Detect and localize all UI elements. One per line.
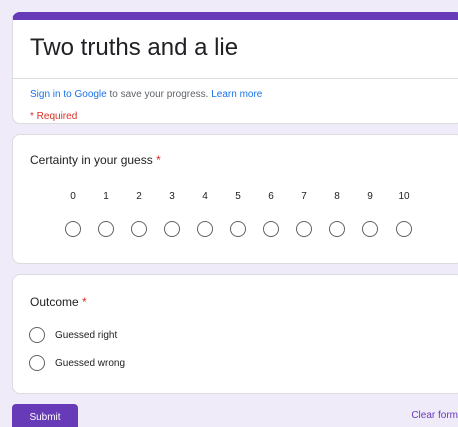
submit-button[interactable]: Submit — [12, 404, 78, 427]
scale-label-9: 9 — [367, 191, 373, 202]
scale-label-5: 5 — [235, 191, 241, 202]
question-title: Outcome * — [30, 295, 87, 309]
required-asterisk: * — [82, 295, 87, 309]
scale-label-8: 8 — [334, 191, 340, 202]
scale-label-2: 2 — [136, 191, 142, 202]
question-outcome-card: Outcome * Guessed right Guessed wrong — [12, 274, 458, 394]
scale-radio-10[interactable] — [396, 221, 412, 237]
question-title: Certainty in your guess * — [30, 153, 161, 167]
form-title: Two truths and a lie — [30, 34, 239, 61]
form-header-card: Two truths and a lie Sign in to Google t… — [12, 12, 458, 124]
signin-text: to save your progress. — [106, 89, 212, 100]
scale-radio-0[interactable] — [65, 221, 81, 237]
question-title-text: Certainty in your guess — [30, 153, 153, 167]
question-title-text: Outcome — [30, 295, 79, 309]
learn-more-link[interactable]: Learn more — [211, 89, 262, 100]
scale-radio-1[interactable] — [98, 221, 114, 237]
scale-label-7: 7 — [301, 191, 307, 202]
required-note: * Required — [30, 111, 78, 122]
scale-radio-4[interactable] — [197, 221, 213, 237]
signin-notice: Sign in to Google to save your progress.… — [30, 89, 262, 100]
option-guessed-wrong[interactable]: Guessed wrong — [29, 355, 125, 371]
option-guessed-right[interactable]: Guessed right — [29, 327, 117, 343]
option-label: Guessed right — [55, 329, 118, 341]
scale-radio-7[interactable] — [296, 221, 312, 237]
question-certainty-card: Certainty in your guess * 0 1 2 3 4 5 6 … — [12, 134, 458, 264]
required-asterisk: * — [156, 153, 161, 167]
title-divider — [13, 78, 458, 79]
signin-link[interactable]: Sign in to Google — [30, 89, 107, 100]
radio-button[interactable] — [29, 355, 45, 371]
scale-label-3: 3 — [169, 191, 175, 202]
scale-radio-3[interactable] — [164, 221, 180, 237]
scale-radio-2[interactable] — [131, 221, 147, 237]
radio-button[interactable] — [29, 327, 45, 343]
clear-form-link[interactable]: Clear form — [411, 410, 458, 421]
scale-radio-8[interactable] — [329, 221, 345, 237]
scale-label-4: 4 — [202, 191, 208, 202]
scale-label-1: 1 — [103, 191, 109, 202]
scale-label-0: 0 — [70, 191, 76, 202]
scale-label-6: 6 — [268, 191, 274, 202]
scale-radio-5[interactable] — [230, 221, 246, 237]
scale-radio-6[interactable] — [263, 221, 279, 237]
option-label: Guessed wrong — [55, 357, 126, 369]
scale-label-10: 10 — [398, 191, 410, 202]
scale-radio-9[interactable] — [362, 221, 378, 237]
